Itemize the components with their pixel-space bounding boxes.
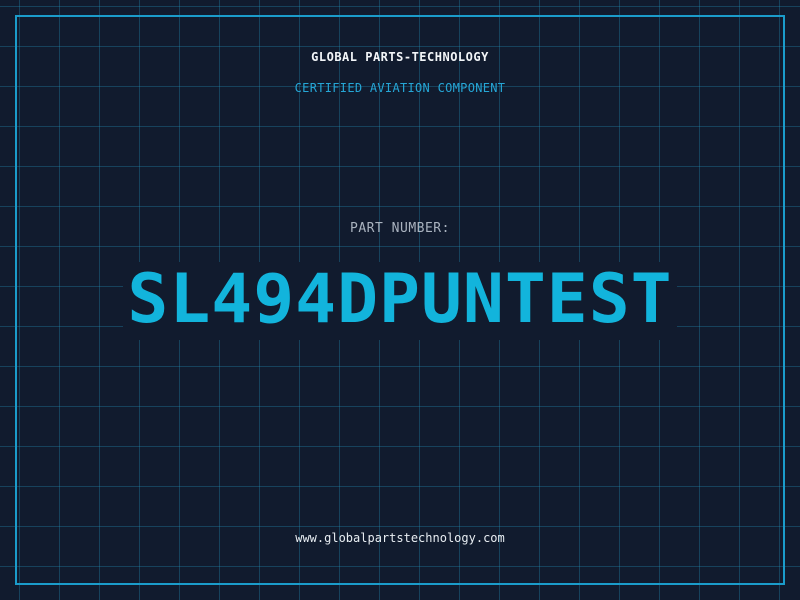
website-url: www.globalpartstechnology.com (295, 531, 505, 545)
certification-subtitle: CERTIFIED AVIATION COMPONENT (294, 81, 506, 95)
part-number-value: SL494DPUNTEST (123, 262, 677, 340)
part-number-container: SL494DPUNTEST (0, 262, 800, 340)
company-name: GLOBAL PARTS-TECHNOLOGY (311, 50, 489, 64)
part-number-label: PART NUMBER: (350, 221, 450, 236)
certificate-canvas: GLOBAL PARTS-TECHNOLOGY CERTIFIED AVIATI… (0, 0, 800, 600)
